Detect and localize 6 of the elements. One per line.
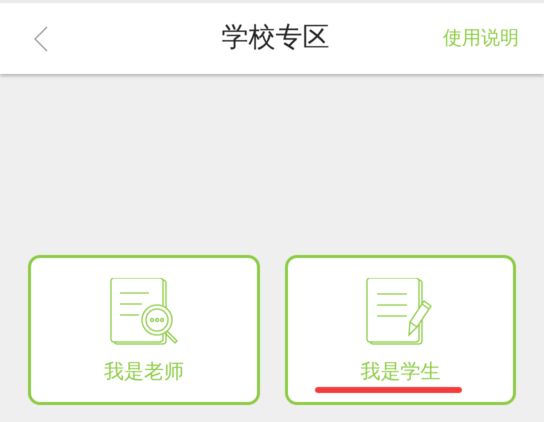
page-title: 学校专区 [222,21,330,56]
role-card[interactable]: 我是老师 [28,255,260,405]
back-icon[interactable] [34,26,48,52]
help-link[interactable]: 使用说明 [443,24,519,53]
role-card[interactable]: 我是学生 [284,255,516,405]
document-magnifier-icon [108,278,179,346]
